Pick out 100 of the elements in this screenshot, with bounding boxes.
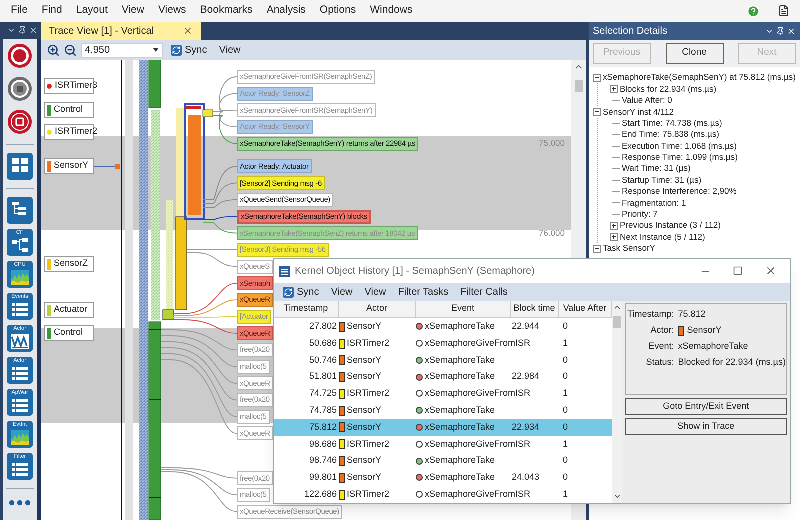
timestamp-cell-text: 74.725 [308,387,338,400]
value-after-cell-text: 0 [562,320,570,334]
detail-value: 75.812 [678,308,706,322]
tree-item[interactable]: Fragmentation: 1 [622,196,686,210]
record-button[interactable] [6,42,34,70]
actor-label[interactable]: SensorZ [44,256,94,272]
value-after-cell-text: 0 [562,404,570,417]
tree-item[interactable]: Next Instance (5 / 112) [620,230,706,244]
timestamp-cell-text: 74.785 [308,404,338,417]
collapse-icon[interactable] [593,74,601,82]
timestamp-cell-text: 27.802 [308,320,338,334]
show-in-trace-button[interactable]: Show in Trace [625,418,787,435]
detail-value: SensorY [687,324,722,338]
list-icon [10,301,30,318]
tree-item[interactable]: xSemaphoreTake(SemaphSenY) at 75.812 (ms.µs) [603,71,796,84]
actor-cell-text: SensorY [347,320,382,334]
tree-item[interactable]: Response Interference: 2,90% [622,185,737,198]
goto-entry-exit-button[interactable]: Goto Entry/Exit Event [625,398,787,415]
menu-item[interactable]: View [114,3,152,19]
scroll-thumb[interactable] [574,80,582,92]
toolbar-menu-button[interactable]: View [326,284,358,300]
tree-item[interactable]: Startup Time: 31 (µs) [622,174,702,187]
tree-item[interactable]: Value After: 0 [622,94,672,107]
actor-label[interactable]: Control [44,325,94,341]
timestamp-cell-text: 98.686 [308,438,338,451]
menu-item[interactable]: Layout [69,3,115,19]
value-after-cell-text: 1 [562,488,570,501]
view-menu-button[interactable]: View [215,42,245,58]
actor-label[interactable]: Actuator [44,302,94,318]
list-icon [10,365,30,382]
scroll-down-icon[interactable] [612,492,622,501]
toolbar-menu-button[interactable]: View [360,284,392,300]
tree-item[interactable]: Blocks for 22.934 (ms.µs) [620,82,717,96]
actor-label[interactable]: SensorY [44,158,94,174]
expand-icon[interactable] [610,222,618,230]
tree-item[interactable]: End Time: 75.838 (ms.µs) [622,128,720,142]
event-cell-text: xSemaphoreGiveFromISR [425,438,531,451]
toolbar-menu-button[interactable]: Filter Tasks [393,284,454,300]
snapshot-button[interactable] [6,108,34,136]
column-header[interactable]: Timestamp [274,301,339,318]
scroll-up-icon[interactable] [612,303,622,312]
detail-value: xSemaphoreTake [678,340,748,354]
list-icon [10,397,30,414]
expand-icon[interactable] [610,233,618,242]
detail-label: Actor: [650,324,676,338]
pin-icon[interactable] [776,26,785,36]
dropdown-icon[interactable] [6,26,16,35]
close-icon[interactable] [765,265,777,277]
tree-item[interactable]: SensorY inst 4/112 [603,106,674,118]
sync-button[interactable]: Sync [167,42,212,58]
window-title: Kernel Object History [1] - SemaphSenY (Semaphore) [295,264,536,278]
trace-view-tab[interactable]: Trace View [1] - Vertical [41,22,201,40]
scroll-thumb[interactable] [613,316,622,328]
timestamp-cell-text: 99.801 [308,471,338,484]
tree-view-button[interactable] [7,197,33,224]
block-time-cell: 24.043 [512,472,540,482]
maximize-icon[interactable] [733,266,743,276]
close-icon[interactable] [183,26,193,36]
tree-item[interactable]: Priority: 7 [622,208,658,221]
menu-item[interactable]: Views [151,3,194,19]
help-icon[interactable] [747,4,760,18]
tree-item[interactable]: Previous Instance (3 / 112) [620,219,721,232]
tree-item[interactable]: Wait Time: 31 (µs) [622,162,691,176]
menu-item[interactable]: Find [34,3,70,19]
tree-item[interactable]: Response Time: 1.099 (ms.µs) [622,151,738,164]
tree-item[interactable]: Start Time: 74.738 (ms.µs) [622,116,722,130]
panel-title: Selection Details [593,24,668,38]
column-header[interactable]: Event [416,301,511,318]
sync-icon [171,44,182,56]
block-time-cell: 22.944 [512,321,540,332]
menu-item[interactable]: Analysis [260,3,313,19]
wave-icon [10,333,30,350]
document-icon[interactable] [778,5,790,17]
table-row[interactable]: 122.686 ISRTimer2 xSemaphoreGiveFromISR 1 [274,486,612,503]
table-row[interactable]: 75.812 SensorY xSemaphoreTake 22.934 0 [274,419,612,436]
grid-view-button[interactable] [7,153,33,180]
clone-button[interactable]: Clone [666,43,724,64]
scrollbar[interactable] [612,301,622,503]
close-icon[interactable] [28,26,38,35]
stop-button[interactable] [6,75,34,103]
dropdown-icon[interactable] [153,48,159,52]
actor-label[interactable]: Control [44,102,94,118]
timestamp-cell-text: 50.746 [308,354,338,367]
tree-item[interactable]: Execution Time: 1.068 (ms.µs) [622,140,737,152]
column-header[interactable]: Actor [339,301,416,318]
menu-item[interactable]: Options [312,3,364,19]
pin-icon[interactable] [18,26,26,35]
toolbar-menu-button[interactable]: Filter Calls [456,284,513,300]
zoom-in-icon[interactable] [47,44,60,56]
zoom-out-icon[interactable] [64,44,77,56]
tree-item[interactable]: Task SensorY [603,242,656,255]
menu-item[interactable]: Bookmarks [193,3,260,19]
menu-item[interactable]: Windows [363,3,420,19]
collapse-icon[interactable] [593,244,601,253]
column-header[interactable]: Block time [511,301,559,318]
collapse-icon[interactable] [593,108,601,116]
menu-item[interactable]: File [4,3,35,19]
sync-button[interactable]: Sync [278,284,324,300]
expand-icon[interactable] [610,85,618,94]
zoom-field[interactable]: 4.950 [81,42,163,58]
